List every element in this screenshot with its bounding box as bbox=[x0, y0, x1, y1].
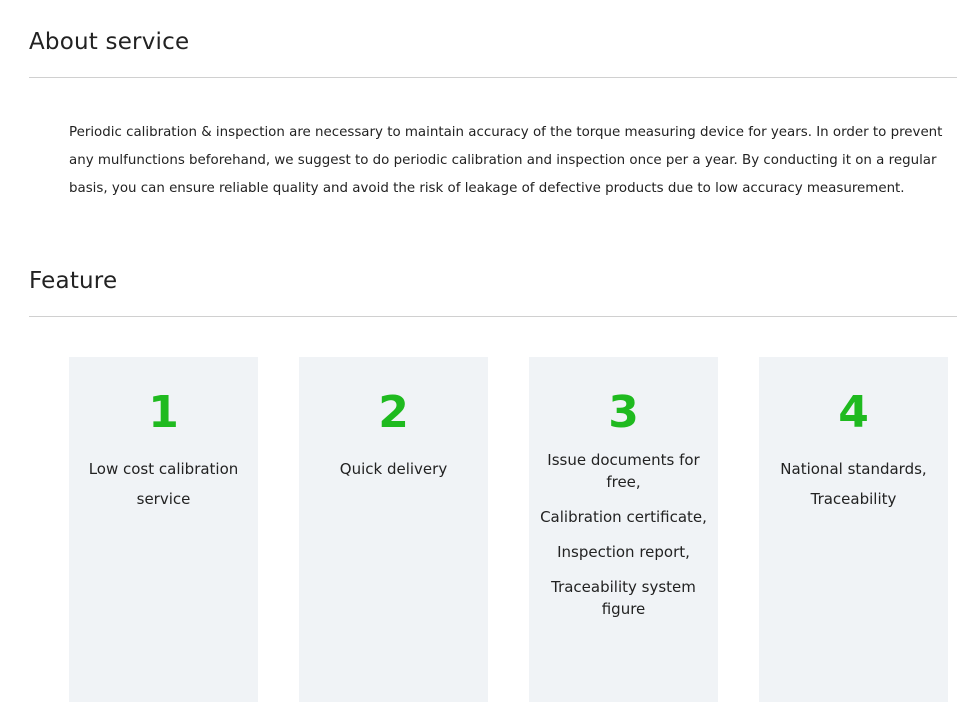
feature-card-text: Low cost calibration service bbox=[88, 460, 239, 508]
feature-divider bbox=[29, 316, 957, 317]
about-divider bbox=[29, 77, 957, 78]
feature-card-document-list: Issue documents for free, Calibration ce… bbox=[539, 449, 708, 620]
feature-card-text: Quick delivery bbox=[339, 460, 448, 478]
feature-card-number: 3 bbox=[608, 387, 639, 438]
feature-card-number: 1 bbox=[148, 387, 179, 438]
feature-card-3: 3 Issue documents for free, Calibration … bbox=[529, 357, 718, 702]
feature-card-number: 2 bbox=[378, 387, 409, 438]
document-list-item: Calibration certificate, bbox=[540, 508, 707, 526]
feature-heading: Feature bbox=[29, 268, 118, 294]
feature-card-4: 4 National standards, Traceability bbox=[759, 357, 948, 702]
feature-card-number: 4 bbox=[838, 387, 869, 438]
document-list-item: Issue documents for free, bbox=[547, 451, 700, 491]
document-list-item: Inspection report, bbox=[557, 543, 690, 561]
feature-card-text: National standards, Traceability bbox=[780, 460, 927, 508]
feature-card-1: 1 Low cost calibration service bbox=[69, 357, 258, 702]
document-list-item: Traceability system figure bbox=[551, 578, 696, 618]
about-service-description: Periodic calibration & inspection are ne… bbox=[69, 125, 943, 196]
feature-card-2: 2 Quick delivery bbox=[299, 357, 488, 702]
about-service-heading: About service bbox=[29, 29, 190, 55]
